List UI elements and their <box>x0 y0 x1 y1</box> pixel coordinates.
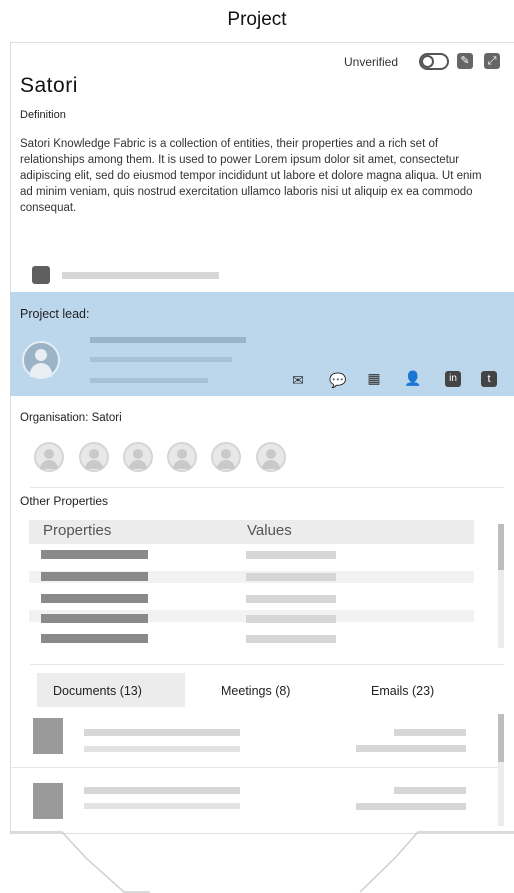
definition-text: Satori Knowledge Fabric is a collection … <box>20 138 482 214</box>
tab-emails[interactable]: Emails (23) <box>371 684 434 698</box>
page-title: Project <box>227 9 287 30</box>
document-thumbnail[interactable] <box>33 783 63 819</box>
properties-scrollbar-thumb[interactable] <box>498 524 504 570</box>
document-author-placeholder <box>356 745 466 752</box>
member-avatar[interactable] <box>79 442 109 472</box>
document-thumbnail[interactable] <box>33 718 63 754</box>
divider <box>30 487 504 488</box>
property-name-placeholder <box>41 594 148 603</box>
email-icon[interactable]: ✉ <box>290 372 306 388</box>
lead-title-placeholder <box>90 357 232 362</box>
right-callout-tail <box>359 831 514 893</box>
property-value-placeholder <box>246 595 336 603</box>
member-avatar[interactable] <box>167 442 197 472</box>
document-date-placeholder <box>394 787 466 794</box>
document-meta-placeholder <box>84 746 240 752</box>
property-value-placeholder <box>246 551 336 559</box>
member-avatar[interactable] <box>256 442 286 472</box>
project-lead-avatar[interactable] <box>22 341 60 379</box>
property-name-placeholder <box>41 550 148 559</box>
property-value-placeholder <box>246 635 336 643</box>
divider <box>10 767 504 768</box>
callout-tails <box>10 831 514 893</box>
organisation-label: Organisation: Satori <box>20 412 122 424</box>
organisation-value: Satori <box>91 412 122 424</box>
entity-name: Satori <box>20 74 78 97</box>
column-header-values: Values <box>247 522 292 539</box>
category-icon <box>32 266 50 284</box>
document-title-placeholder <box>84 729 240 736</box>
document-title-placeholder <box>84 787 240 794</box>
documents-scrollbar-thumb[interactable] <box>498 714 504 762</box>
lead-name-placeholder <box>90 337 246 343</box>
twitter-icon[interactable]: t <box>481 371 497 387</box>
verified-toggle[interactable] <box>419 53 449 70</box>
calendar-icon[interactable]: ▦ <box>366 370 382 386</box>
property-name-placeholder <box>41 572 148 581</box>
left-callout-tail <box>10 831 150 893</box>
other-properties-label: Other Properties <box>20 494 109 508</box>
add-user-icon[interactable]: 👤 <box>404 370 421 386</box>
organisation-key: Organisation: <box>20 412 89 424</box>
tab-documents[interactable]: Documents (13) <box>53 684 142 698</box>
property-value-placeholder <box>246 573 336 581</box>
property-name-placeholder <box>41 614 148 623</box>
definition-label: Definition <box>20 109 66 121</box>
toggle-knob <box>421 55 434 68</box>
project-lead-label: Project lead: <box>20 307 90 321</box>
expand-icon[interactable]: ⤢ <box>484 53 500 69</box>
tab-meetings[interactable]: Meetings (8) <box>221 684 290 698</box>
category-placeholder <box>62 272 219 279</box>
lead-detail-placeholder <box>90 378 208 383</box>
member-avatar[interactable] <box>123 442 153 472</box>
document-author-placeholder <box>356 803 466 810</box>
column-header-properties: Properties <box>43 522 112 539</box>
document-date-placeholder <box>394 729 466 736</box>
document-meta-placeholder <box>84 803 240 809</box>
property-value-placeholder <box>246 615 336 623</box>
linkedin-icon[interactable]: in <box>445 371 461 387</box>
chat-icon[interactable]: 💬 <box>329 372 346 388</box>
member-avatar[interactable] <box>34 442 64 472</box>
divider <box>30 664 504 665</box>
verification-status: Unverified <box>344 55 399 69</box>
property-name-placeholder <box>41 634 148 643</box>
member-avatar[interactable] <box>211 442 241 472</box>
edit-icon[interactable]: ✎ <box>457 53 473 69</box>
